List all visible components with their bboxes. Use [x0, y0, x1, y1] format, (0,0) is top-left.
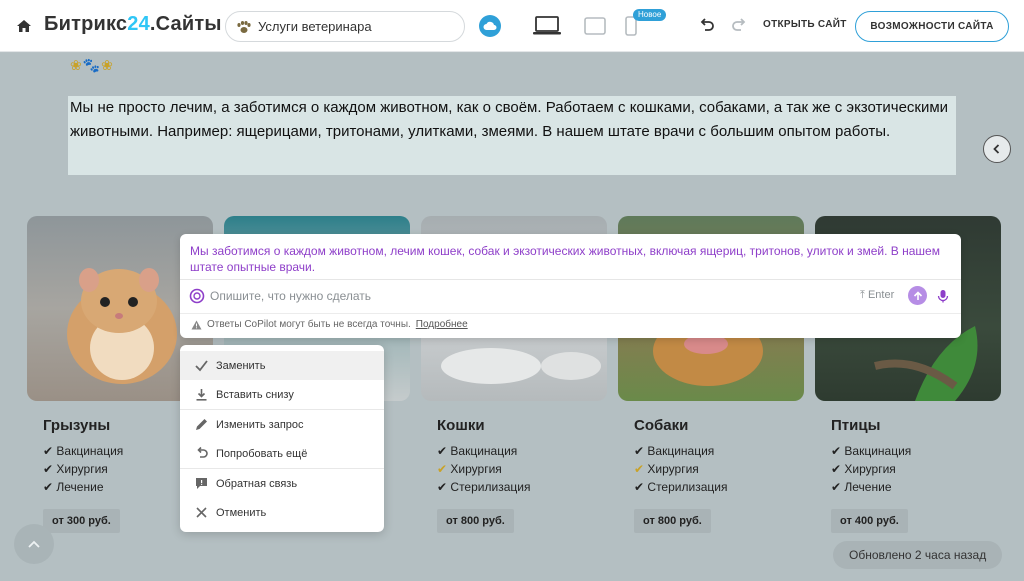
divider: [180, 313, 961, 314]
microphone-icon[interactable]: [936, 287, 950, 305]
copilot-action-menu: Заменить Вставить снизу Изменить запрос …: [180, 345, 384, 532]
warning-icon: [191, 320, 202, 329]
tablet-view-icon[interactable]: [583, 15, 607, 37]
check-icon: ✔: [831, 444, 842, 458]
updated-status: Обновлено 2 часа назад: [833, 541, 1003, 569]
feedback-icon: [196, 478, 207, 489]
check-icon: ✔: [831, 480, 842, 494]
copilot-disclaimer: Ответы CoPilot могут быть не всегда точн…: [191, 319, 468, 330]
send-button[interactable]: [908, 286, 927, 305]
price-badge: от 400 руб.: [831, 509, 908, 533]
cloud-icon[interactable]: [479, 15, 501, 37]
menu-item-replace[interactable]: Заменить: [180, 351, 384, 380]
check-icon: ✔: [634, 444, 645, 458]
price-badge: от 800 руб.: [634, 509, 711, 533]
menu-item-feedback[interactable]: Обратная связь: [180, 469, 384, 498]
price-badge: от 300 руб.: [43, 509, 120, 533]
enter-hint: ⤒ Enter: [860, 289, 895, 301]
copilot-result-text: Мы заботимся о каждом животном, лечим ко…: [190, 244, 940, 274]
check-icon: ✔: [634, 462, 645, 476]
enter-key-icon: ⤒: [860, 289, 865, 301]
card-list-dogs: ✔ Вакцинация ✔ Хирургия ✔ Стерилизация: [634, 444, 728, 494]
site-name: Услуги ветеринара: [258, 19, 372, 34]
desktop-view-icon[interactable]: [531, 14, 563, 38]
new-badge: Новое: [633, 9, 667, 21]
undo-icon[interactable]: [697, 16, 717, 36]
menu-item-cancel[interactable]: Отменить: [180, 498, 384, 527]
check-icon: ✔: [43, 480, 54, 494]
menu-item-insert-below[interactable]: Вставить снизу: [180, 380, 384, 409]
card-list-rodents: ✔ Вакцинация ✔ Хирургия ✔ Лечение: [43, 444, 124, 494]
redo-icon[interactable]: [729, 16, 749, 36]
card-title-rodents: Грызуны: [43, 417, 111, 434]
open-site-link[interactable]: ОТКРЫТЬ САЙТ: [763, 19, 847, 30]
copilot-prompt-input[interactable]: [210, 286, 850, 306]
check-icon: ✔: [437, 480, 448, 494]
retry-icon: [197, 446, 208, 458]
copilot-icon: [189, 288, 205, 304]
chevron-left-icon[interactable]: [983, 135, 1011, 163]
chevron-up-icon[interactable]: [14, 524, 54, 564]
card-list-birds: ✔ Вакцинация ✔ Хирургия ✔ Лечение: [831, 444, 912, 494]
pencil-icon: [196, 419, 207, 430]
check-icon: ✔: [43, 444, 54, 458]
home-icon[interactable]: [14, 16, 34, 36]
card-title-cats: Кошки: [437, 417, 485, 434]
close-icon: [196, 507, 207, 518]
card-list-cats: ✔ Вакцинация ✔ Хирургия ✔ Стерилизация: [437, 444, 531, 494]
site-features-button[interactable]: ВОЗМОЖНОСТИ САЙТА: [855, 11, 1009, 42]
copilot-panel: Мы заботимся о каждом животном, лечим ко…: [180, 234, 961, 338]
top-bar: Битрикс24.Сайты Услуги ветеринара Новое …: [0, 0, 1024, 52]
more-info-link[interactable]: Подробнее: [416, 319, 468, 330]
check-icon: [195, 360, 208, 372]
check-icon: ✔: [43, 462, 54, 476]
menu-item-retry[interactable]: Попробовать ещё: [180, 439, 384, 468]
site-selector[interactable]: Услуги ветеринара: [225, 11, 465, 42]
intro-text-block[interactable]: Мы не просто лечим, а заботимся о каждом…: [68, 96, 956, 175]
insert-below-icon: [196, 389, 207, 401]
divider: [180, 279, 961, 280]
paw-icon: [236, 20, 252, 34]
check-icon: ✔: [831, 462, 842, 476]
price-badge: от 800 руб.: [437, 509, 514, 533]
check-icon: ✔: [437, 462, 448, 476]
menu-item-edit-prompt[interactable]: Изменить запрос: [180, 410, 384, 439]
card-title-birds: Птицы: [831, 417, 881, 434]
brand-logo[interactable]: Битрикс24.Сайты: [44, 13, 222, 36]
card-title-dogs: Собаки: [634, 417, 689, 434]
check-icon: ✔: [634, 480, 645, 494]
decor-ornament: ❀🐾❀: [70, 57, 114, 73]
check-icon: ✔: [437, 444, 448, 458]
